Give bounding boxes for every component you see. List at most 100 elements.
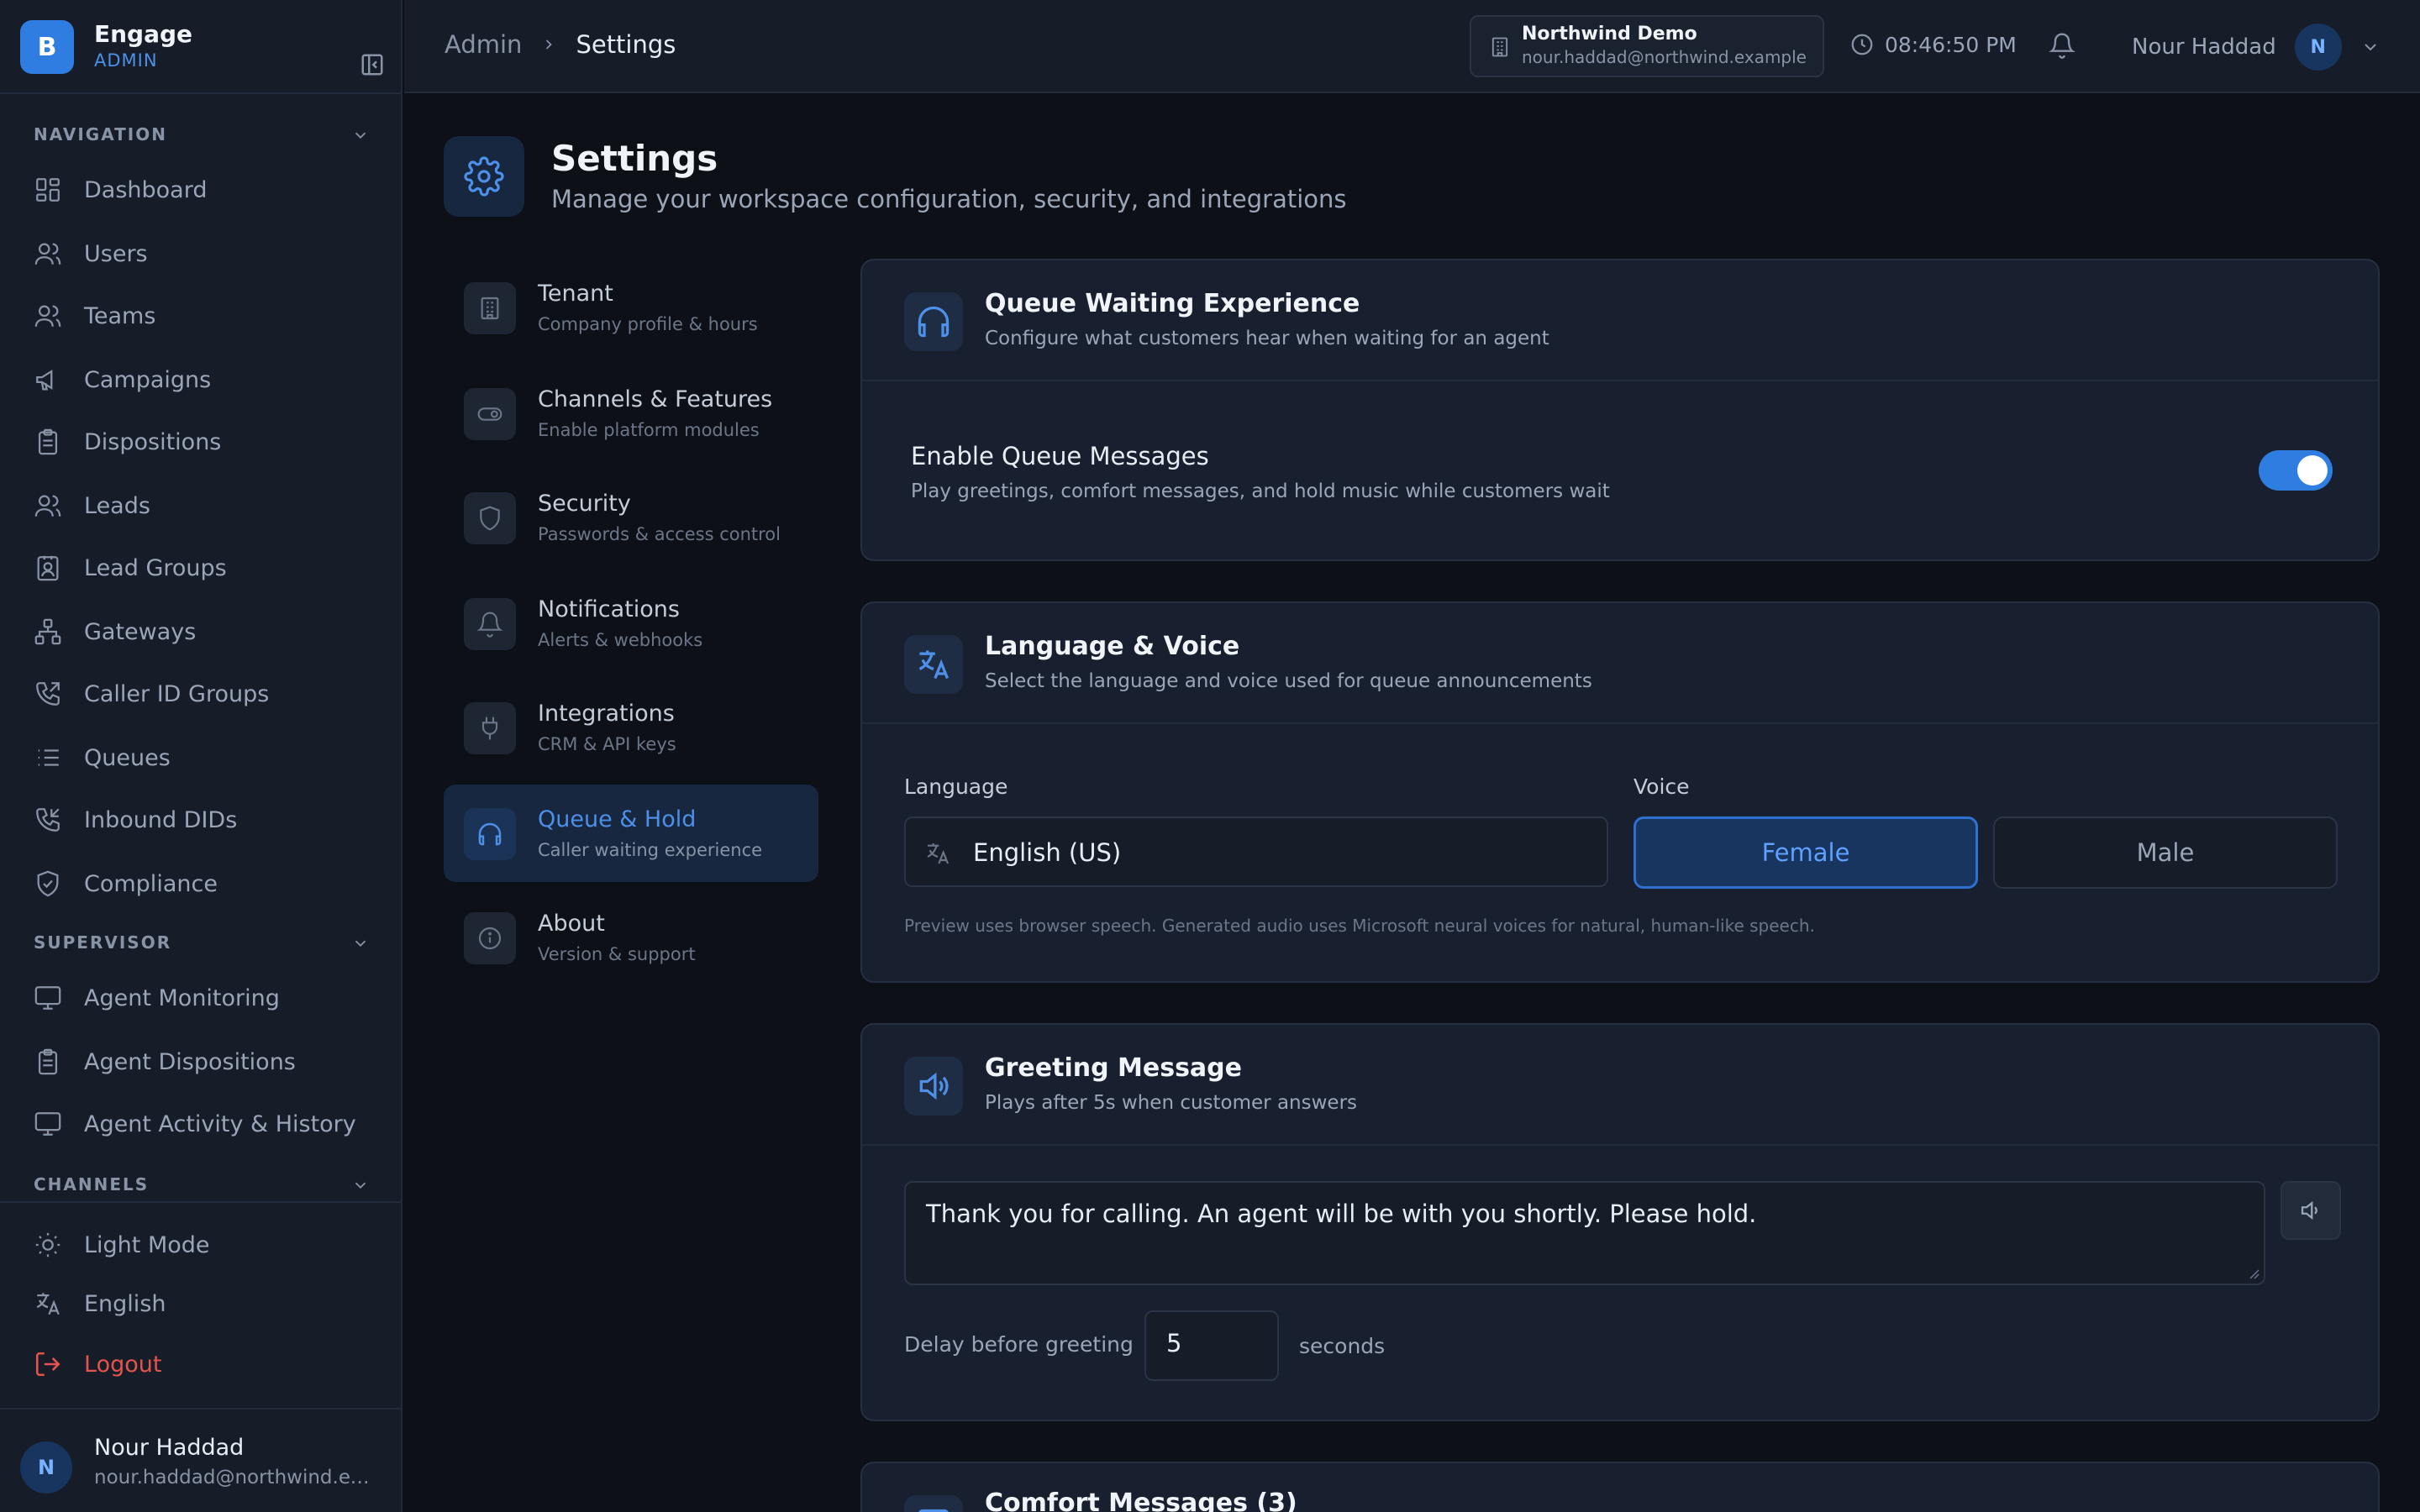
notifications-bell-icon[interactable] xyxy=(2049,32,2075,59)
sidebar-item-agent-dispositions[interactable]: Agent Dispositions xyxy=(34,1042,370,1082)
delay-label: Delay before greeting xyxy=(904,1332,1134,1357)
headphones-icon xyxy=(478,822,502,846)
language-switcher[interactable]: English xyxy=(34,1284,370,1324)
sidebar-item-dispositions[interactable]: Dispositions xyxy=(34,422,370,462)
settings-tab-about[interactable]: About Version & support xyxy=(444,889,818,986)
translate-icon xyxy=(927,843,949,864)
monitor-icon xyxy=(34,986,61,1010)
greeting-message-text: Thank you for calling. An agent will be … xyxy=(926,1200,1757,1228)
users-icon xyxy=(34,243,61,265)
voice-female-button[interactable]: Female xyxy=(1634,816,1978,889)
sidebar-item-users[interactable]: Users xyxy=(34,234,370,274)
sidebar-item-agent-activity[interactable]: Agent Activity & History xyxy=(34,1104,370,1144)
card-title: Comfort Messages (3) xyxy=(985,1488,1297,1512)
sidebar-item-label: Dashboard xyxy=(84,176,208,203)
sidebar-item-compliance[interactable]: Compliance xyxy=(34,864,370,904)
sidebar-item-label: Leads xyxy=(84,492,150,519)
page-subtitle: Manage your workspace configuration, sec… xyxy=(551,185,1347,213)
comfort-messages-card: Comfort Messages (3) xyxy=(860,1462,2380,1512)
tenant-email: nour.haddad@northwind.example xyxy=(1522,47,1807,67)
greeting-message-card: Greeting Message Plays after 5s when cus… xyxy=(860,1023,2380,1421)
section-navigation[interactable]: NAVIGATION xyxy=(34,124,370,150)
sidebar-item-campaigns[interactable]: Campaigns xyxy=(34,360,370,400)
sidebar-item-agent-monitoring[interactable]: Agent Monitoring xyxy=(34,978,370,1018)
sidebar-item-label: Compliance xyxy=(84,870,218,897)
settings-tab-title: About xyxy=(538,911,605,937)
sidebar-item-dashboard[interactable]: Dashboard xyxy=(34,170,370,210)
building-icon xyxy=(481,297,499,320)
page-icon xyxy=(444,136,524,217)
settings-tab-title: Security xyxy=(538,491,631,517)
language-select[interactable]: English (US) xyxy=(904,816,1608,887)
phone-incoming-icon xyxy=(36,808,60,832)
breadcrumb-admin[interactable]: Admin xyxy=(445,30,522,59)
phone-forward-icon xyxy=(36,682,60,706)
sidebar-user[interactable]: N Nour Haddad nour.haddad@northwind.exam… xyxy=(0,1408,402,1512)
sidebar-item-queues[interactable]: Queues xyxy=(34,738,370,778)
settings-tab-channels[interactable]: Channels & Features Enable platform modu… xyxy=(444,365,818,462)
user-menu[interactable]: Nour Haddad N xyxy=(2132,24,2381,71)
card-title: Queue Waiting Experience xyxy=(985,289,1360,318)
settings-tab-sub: Version & support xyxy=(538,944,696,964)
sidebar-divider xyxy=(0,92,402,94)
settings-tab-queue-hold[interactable]: Queue & Hold Caller waiting experience xyxy=(444,785,818,882)
sidebar-item-label: Agent Activity & History xyxy=(84,1110,356,1137)
resize-handle-icon[interactable] xyxy=(2247,1267,2260,1280)
settings-tab-sub: Alerts & webhooks xyxy=(538,630,703,650)
settings-tab-security[interactable]: Security Passwords & access control xyxy=(444,469,818,566)
settings-tab-sub: CRM & API keys xyxy=(538,734,676,754)
sidebar-item-label: Gateways xyxy=(84,618,197,645)
clock-icon xyxy=(1851,34,1873,55)
settings-tab-tenant[interactable]: Tenant Company profile & hours xyxy=(444,259,818,356)
light-mode-toggle[interactable]: Light Mode xyxy=(34,1225,370,1265)
settings-tab-sub: Caller waiting experience xyxy=(538,840,763,860)
shield-check-icon xyxy=(37,870,59,897)
voice-male-button[interactable]: Male xyxy=(1993,816,2338,889)
settings-tab-integrations[interactable]: Integrations CRM & API keys xyxy=(444,679,818,776)
chevron-right-icon xyxy=(546,39,553,50)
section-channels[interactable]: CHANNELS xyxy=(34,1174,370,1200)
enable-queue-toggle[interactable] xyxy=(2259,450,2333,491)
settings-tab-icon-box xyxy=(464,702,516,754)
settings-tab-notifications[interactable]: Notifications Alerts & webhooks xyxy=(444,575,818,672)
sidebar-item-label: Logout xyxy=(84,1351,162,1378)
card-title: Greeting Message xyxy=(985,1053,1242,1083)
greeting-message-textarea[interactable]: Thank you for calling. An agent will be … xyxy=(904,1181,2265,1285)
message-icon xyxy=(918,1509,949,1512)
card-icon-box xyxy=(904,292,963,351)
card-subtitle: Select the language and voice used for q… xyxy=(985,670,1592,692)
collapse-sidebar-icon[interactable] xyxy=(360,52,385,77)
settings-tab-icon-box xyxy=(464,282,516,334)
logout-button[interactable]: Logout xyxy=(34,1344,370,1384)
delay-input[interactable]: 5 xyxy=(1144,1310,1279,1381)
settings-tab-icon-box xyxy=(464,912,516,964)
sidebar-item-label: Campaigns xyxy=(84,366,212,393)
breadcrumb: Admin Settings xyxy=(445,30,676,59)
shield-icon xyxy=(480,506,500,531)
card-header: Greeting Message Plays after 5s when cus… xyxy=(862,1025,2378,1146)
chevron-down-icon xyxy=(2365,44,2376,51)
toggle-title: Enable Queue Messages xyxy=(911,442,1209,470)
preview-speech-button[interactable] xyxy=(2281,1181,2341,1240)
sidebar-item-teams[interactable]: Teams xyxy=(34,296,370,336)
sidebar-item-label: Inbound DIDs xyxy=(84,806,238,833)
section-supervisor[interactable]: SUPERVISOR xyxy=(34,932,370,958)
breadcrumb-settings: Settings xyxy=(576,30,676,59)
sidebar-item-leads[interactable]: Leads xyxy=(34,486,370,526)
top-header: Admin Settings Northwind Demo nour.hadda… xyxy=(404,0,2420,93)
settings-tab-icon-box xyxy=(464,388,516,440)
leads-icon xyxy=(34,495,61,517)
bell-icon xyxy=(476,612,503,638)
settings-tab-title: Queue & Hold xyxy=(538,806,697,832)
sidebar-item-label: Teams xyxy=(84,302,156,329)
card-header: Language & Voice Select the language and… xyxy=(862,603,2378,724)
sidebar-item-inbound-dids[interactable]: Inbound DIDs xyxy=(34,800,370,840)
sun-icon xyxy=(35,1232,60,1257)
sidebar-item-gateways[interactable]: Gateways xyxy=(34,612,370,652)
tenant-switcher[interactable]: Northwind Demo nour.haddad@northwind.exa… xyxy=(1470,15,1824,77)
brand: B Engage ADMIN xyxy=(20,20,383,76)
sidebar-item-caller-id-groups[interactable]: Caller ID Groups xyxy=(34,674,370,714)
queue-experience-card: Queue Waiting Experience Configure what … xyxy=(860,259,2380,561)
tenant-name: Northwind Demo xyxy=(1522,24,1697,45)
sidebar-item-lead-groups[interactable]: Lead Groups xyxy=(34,548,370,588)
